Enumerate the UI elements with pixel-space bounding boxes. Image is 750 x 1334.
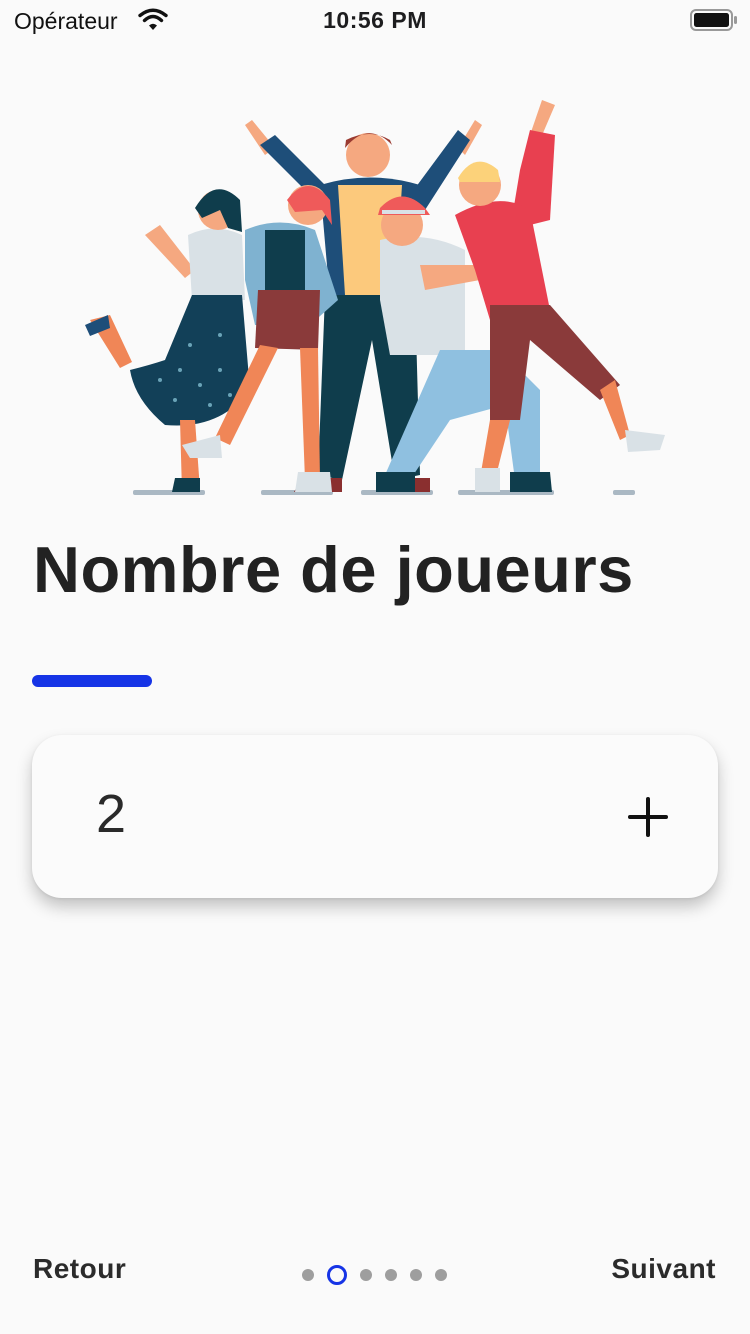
page-title: Nombre de joueurs: [33, 533, 634, 606]
page-dot: [410, 1269, 422, 1281]
page-dot: [435, 1269, 447, 1281]
page-dot: [385, 1269, 397, 1281]
status-bar: Opérateur 10:56 PM: [0, 0, 750, 40]
page-dot: [302, 1269, 314, 1281]
player-count-stepper: 2: [32, 735, 718, 898]
page-dot-active: [327, 1265, 347, 1285]
back-button[interactable]: Retour: [33, 1253, 126, 1285]
player-count-value: 2: [96, 784, 127, 844]
page-indicator: [300, 1265, 460, 1287]
page-dot: [360, 1269, 372, 1281]
next-button[interactable]: Suivant: [611, 1253, 716, 1285]
battery-icon: [690, 9, 737, 31]
status-time: 10:56 PM: [323, 7, 427, 33]
plus-icon[interactable]: [616, 785, 680, 849]
group-of-friends-celebrating-illustration: [85, 100, 665, 495]
title-accent-bar: [32, 675, 152, 687]
